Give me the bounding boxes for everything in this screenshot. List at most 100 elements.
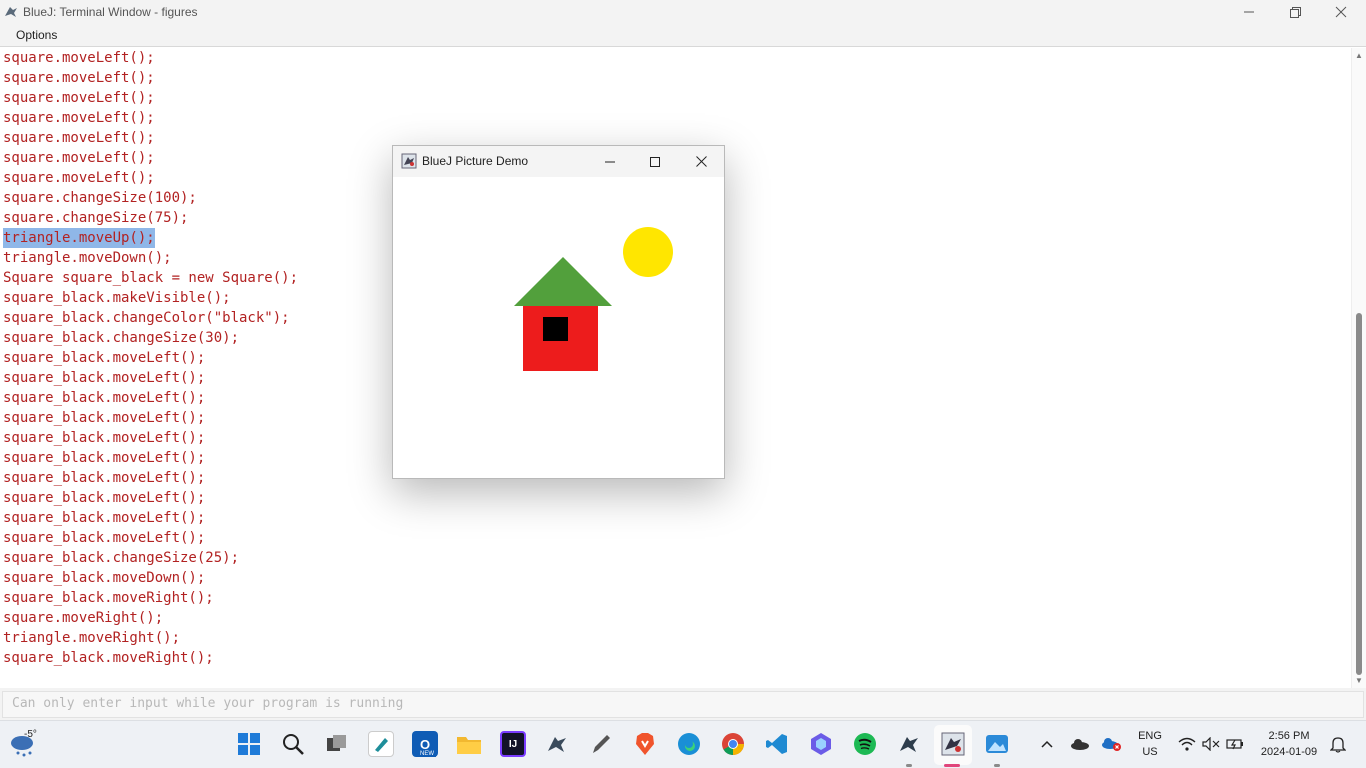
terminal-line: square_black.changeColor("black"); xyxy=(3,310,290,326)
terminal-line: square.changeSize(75); xyxy=(3,210,189,226)
weather-temp: -5° xyxy=(24,729,37,740)
vertical-scrollbar[interactable]: ▲ ▼ xyxy=(1351,48,1366,688)
terminal-line: square.moveLeft(); xyxy=(3,90,155,106)
outlook-icon: O xyxy=(419,736,431,752)
photos-icon xyxy=(986,735,1008,753)
battery-tray[interactable] xyxy=(1224,731,1246,757)
scrollbar-thumb[interactable] xyxy=(1356,313,1362,675)
clock-date[interactable]: 2024-01-09 xyxy=(1258,746,1320,758)
onedrive-error-tray[interactable] xyxy=(1100,731,1124,757)
roof-triangle xyxy=(514,257,612,306)
demo-minimize-button[interactable] xyxy=(587,146,633,177)
java-window-icon xyxy=(401,153,417,169)
search-button[interactable] xyxy=(280,731,306,757)
wifi-icon xyxy=(1178,737,1196,751)
terminal-line: square_black.moveLeft(); xyxy=(3,350,206,366)
terminal-line: square_black.makeVisible(); xyxy=(3,290,231,306)
terminal-line: square.moveLeft(); xyxy=(3,150,155,166)
window-titlebar: BlueJ: Terminal Window - figures xyxy=(0,0,1366,24)
start-button[interactable] xyxy=(236,731,262,757)
file-explorer-app[interactable] xyxy=(456,731,482,757)
close-icon xyxy=(695,156,707,167)
terminal-input[interactable]: Can only enter input while your program … xyxy=(2,691,1364,718)
terminal-line: square.moveLeft(); xyxy=(3,170,155,186)
chrome-app[interactable] xyxy=(720,731,746,757)
terminal-line: square.moveLeft(); xyxy=(3,50,155,66)
menu-bar: Options xyxy=(0,24,1366,47)
intellij-app[interactable]: IJ xyxy=(500,731,526,757)
scroll-down-icon[interactable]: ▼ xyxy=(1355,676,1363,685)
vscode-app[interactable] xyxy=(764,731,790,757)
picture-demo-window[interactable]: BlueJ Picture Demo xyxy=(392,145,725,479)
input-area: Can only enter input while your program … xyxy=(0,688,1366,720)
region-indicator[interactable]: US xyxy=(1136,746,1164,758)
terminal-line: square_black.moveLeft(); xyxy=(3,430,206,446)
intellij-icon: IJ xyxy=(508,738,518,750)
demo-maximize-button[interactable] xyxy=(632,146,678,177)
hexagon-app-icon xyxy=(811,733,831,755)
clock-time[interactable]: 2:56 PM xyxy=(1258,730,1320,742)
wifi-tray[interactable] xyxy=(1176,731,1198,757)
chrome-icon xyxy=(722,733,744,755)
taskbar: -5° O NEW IJ ENG US 2:56 PM 2024-01-09 xyxy=(0,720,1366,768)
photos-app[interactable] xyxy=(984,731,1010,757)
restore-button[interactable] xyxy=(1272,0,1318,24)
brave-app[interactable] xyxy=(632,731,658,757)
bluej-app[interactable] xyxy=(544,731,570,757)
java-window-icon xyxy=(941,732,965,756)
terminal-line: square.moveLeft(); xyxy=(3,130,155,146)
minimize-button[interactable] xyxy=(1226,0,1272,24)
edge-icon xyxy=(678,733,700,755)
maximize-icon xyxy=(650,156,660,167)
running-indicator xyxy=(994,764,1000,767)
pen-icon xyxy=(593,735,610,753)
gemini-app[interactable] xyxy=(808,731,834,757)
options-menu[interactable]: Options xyxy=(16,28,57,42)
bell-icon xyxy=(1330,737,1346,753)
volume-tray[interactable] xyxy=(1200,731,1222,757)
chevron-up-icon xyxy=(1041,740,1053,748)
new-badge: NEW xyxy=(418,751,436,757)
terminal-line: square_black.moveLeft(); xyxy=(3,450,206,466)
demo-close-button[interactable] xyxy=(678,146,724,177)
terminal-line: triangle.moveRight(); xyxy=(3,630,181,646)
cloud-error-icon xyxy=(1102,738,1121,751)
battery-charging-icon xyxy=(1226,739,1243,750)
language-indicator[interactable]: ENG xyxy=(1136,730,1164,742)
bluej-picture-app[interactable] xyxy=(940,731,966,757)
terminal-line: square_black.changeSize(25); xyxy=(3,550,240,566)
running-indicator xyxy=(906,764,912,767)
cloud-icon xyxy=(1071,739,1089,750)
folder-icon xyxy=(457,737,481,754)
terminal-line: square_black.moveLeft(); xyxy=(3,510,206,526)
close-button[interactable] xyxy=(1318,0,1364,24)
tray-overflow-button[interactable] xyxy=(1036,731,1058,757)
terminal-line: Square square_black = new Square(); xyxy=(3,270,299,286)
task-view-icon xyxy=(327,735,346,751)
terminal-line: square_black.moveRight(); xyxy=(3,590,214,606)
edge-app[interactable] xyxy=(676,731,702,757)
terminal-line: square_black.moveLeft(); xyxy=(3,370,206,386)
notifications-button[interactable] xyxy=(1326,731,1350,757)
brave-lion-icon xyxy=(636,733,654,755)
task-view-button[interactable] xyxy=(324,731,350,757)
demo-title: BlueJ Picture Demo xyxy=(422,154,529,168)
close-icon xyxy=(1335,6,1347,18)
scroll-up-icon[interactable]: ▲ xyxy=(1355,51,1363,60)
notepad-app[interactable] xyxy=(368,731,394,757)
terminal-line: square.changeSize(100); xyxy=(3,190,197,206)
pen-app[interactable] xyxy=(588,731,614,757)
minimize-icon xyxy=(1244,11,1254,13)
bluej-app-2[interactable] xyxy=(896,731,922,757)
terminal-line: square_black.moveLeft(); xyxy=(3,390,206,406)
spotify-app[interactable] xyxy=(852,731,878,757)
sun-circle xyxy=(623,227,673,277)
terminal-line: square_black.changeSize(30); xyxy=(3,330,240,346)
terminal-line: square_black.moveLeft(); xyxy=(3,530,206,546)
bluej-bird-icon xyxy=(5,7,17,17)
black-square-window xyxy=(543,317,568,341)
search-icon xyxy=(283,734,304,755)
bluej-bird-icon xyxy=(900,737,918,752)
onedrive-tray[interactable] xyxy=(1068,731,1092,757)
terminal-line-selected: triangle.moveUp(); xyxy=(3,228,155,248)
